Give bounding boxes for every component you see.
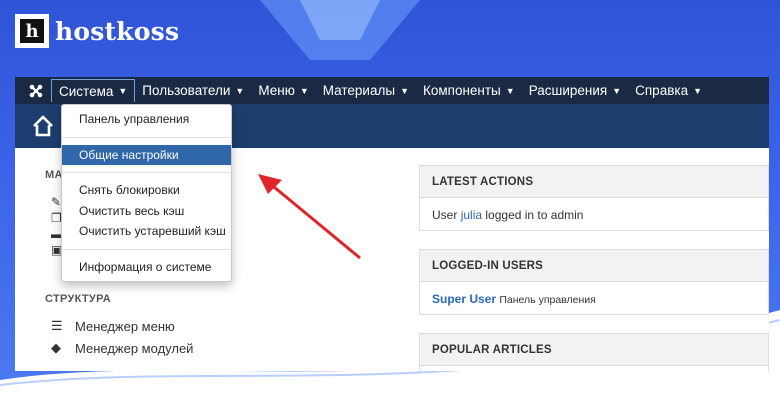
list-icon: ☰ — [51, 318, 63, 333]
brand-logo: h hostkoss — [15, 14, 179, 48]
menu-manager-link[interactable]: ☰ Менеджер меню — [45, 315, 193, 337]
panel-title: LATEST ACTIONS — [420, 166, 768, 198]
menu-item-clear-cache[interactable]: Очистить весь кэш — [62, 201, 231, 221]
menu-divider — [62, 172, 231, 173]
structure-section: СТРУКТУРА ☰ Менеджер меню ◆ Менеджер мод… — [45, 293, 193, 359]
module-manager-link[interactable]: ◆ Менеджер модулей — [45, 337, 193, 359]
nav-menus[interactable]: Меню ▼ — [251, 79, 315, 102]
caret-down-icon: ▼ — [235, 85, 245, 96]
system-dropdown-menu: Панель управления Общие настройки Снять … — [61, 104, 232, 282]
caret-down-icon: ▼ — [400, 85, 409, 96]
menu-item-system-information[interactable]: Информация о системе — [62, 257, 231, 277]
user-link[interactable]: julia — [461, 208, 482, 222]
panel-title: LOGGED-IN USERS — [420, 250, 768, 282]
top-navbar: Система ▼ Пользователи ▼ Меню ▼ Материалы ▼ … — [15, 77, 769, 104]
menu-item-control-panel[interactable]: Панель управления — [62, 109, 231, 129]
caret-down-icon: ▼ — [299, 85, 309, 96]
nav-users[interactable]: Пользователи ▼ — [135, 79, 251, 102]
panel-title: POPULAR ARTICLES — [420, 334, 768, 366]
brand-name: hostkoss — [55, 16, 180, 46]
caret-down-icon: ▼ — [612, 85, 622, 96]
nav-system[interactable]: Система ▼ — [51, 79, 136, 102]
nav-content[interactable]: Материалы ▼ — [316, 79, 416, 102]
section-heading-structure: СТРУКТУРА — [45, 293, 111, 305]
nav-extensions[interactable]: Расширения ▼ — [522, 79, 628, 102]
user-location: Панель управления — [499, 294, 596, 306]
caret-down-icon: ▼ — [693, 85, 703, 96]
nav-help[interactable]: Справка ▼ — [628, 79, 709, 102]
nav-components[interactable]: Компоненты ▼ — [416, 79, 522, 102]
latest-action-row: User julia logged in to admin — [432, 208, 584, 222]
logged-in-users-panel: LOGGED-IN USERS Super User Панель управл… — [419, 249, 769, 315]
caret-down-icon: ▼ — [505, 85, 515, 96]
user-link[interactable]: Super User — [432, 292, 496, 306]
menu-divider — [62, 249, 231, 250]
logged-user-row: Super User Панель управления — [420, 282, 768, 316]
caret-down-icon: ▼ — [118, 86, 128, 96]
joomla-logo-icon[interactable] — [21, 77, 51, 104]
logo-mark: h — [15, 14, 49, 48]
menu-item-clear-expired-cache[interactable]: Очистить устаревший кэш — [62, 221, 231, 241]
home-icon[interactable] — [31, 114, 55, 138]
menu-item-global-check-in[interactable]: Снять блокировки — [62, 180, 231, 200]
cube-icon: ◆ — [51, 340, 61, 355]
menu-divider — [62, 137, 231, 138]
menu-item-global-configuration[interactable]: Общие настройки — [62, 145, 231, 165]
popular-articles-panel: POPULAR ARTICLES — [419, 333, 769, 371]
background-decoration — [260, 0, 420, 60]
latest-actions-panel: LATEST ACTIONS User julia logged in to a… — [419, 165, 769, 231]
